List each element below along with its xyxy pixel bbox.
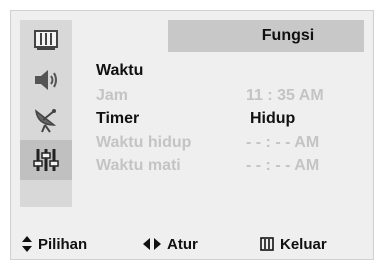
row-value-jam: 11 : 35 AM	[246, 87, 324, 104]
hint-select: Pilihan	[22, 232, 87, 256]
left-right-arrow-icon	[143, 238, 161, 250]
menu-title: Fungsi	[168, 20, 364, 52]
sidebar-item-channel[interactable]	[20, 100, 72, 140]
sidebar-item-sound[interactable]	[20, 60, 72, 100]
row-value-waktu-hidup: - - : - - AM	[246, 134, 320, 151]
speaker-icon	[35, 70, 57, 90]
row-value-waktu-mati: - - : - - AM	[246, 157, 320, 174]
hint-adjust-label: Atur	[167, 235, 198, 253]
sidebar-item-function[interactable]	[20, 140, 72, 180]
menu-row-waktu[interactable]: Waktu	[96, 62, 364, 82]
satellite-dish-icon	[34, 109, 57, 133]
sidebar-item-picture[interactable]	[20, 20, 72, 60]
hint-exit: Keluar	[260, 232, 327, 256]
menu-row-jam[interactable]: Jam 11 : 35 AM	[96, 87, 364, 107]
menu-row-waktu-mati[interactable]: Waktu mati - - : - - AM	[96, 157, 364, 177]
row-value-timer: Hidup	[250, 110, 296, 127]
tv-screen: Fungsi Waktu Jam 11 : 35 AM Timer Hidup …	[0, 0, 386, 268]
menu-icon	[260, 237, 274, 251]
row-label-waktu-mati: Waktu mati	[96, 157, 181, 174]
row-label-waktu-hidup: Waktu hidup	[96, 134, 192, 151]
row-label-waktu: Waktu	[96, 62, 144, 79]
footer-help-bar: Pilihan Atur Keluar	[20, 232, 364, 256]
hint-adjust: Atur	[143, 232, 198, 256]
picture-icon	[34, 30, 58, 50]
menu-row-timer[interactable]: Timer Hidup	[96, 110, 364, 130]
menu-row-waktu-hidup[interactable]: Waktu hidup - - : - - AM	[96, 134, 364, 154]
hint-exit-label: Keluar	[280, 235, 327, 253]
row-label-jam: Jam	[96, 87, 129, 104]
hint-select-label: Pilihan	[38, 235, 88, 253]
menu-sidebar	[20, 20, 72, 207]
settings-sliders-icon	[33, 149, 59, 171]
up-down-arrow-icon	[22, 236, 32, 252]
row-label-timer: Timer	[96, 110, 140, 127]
